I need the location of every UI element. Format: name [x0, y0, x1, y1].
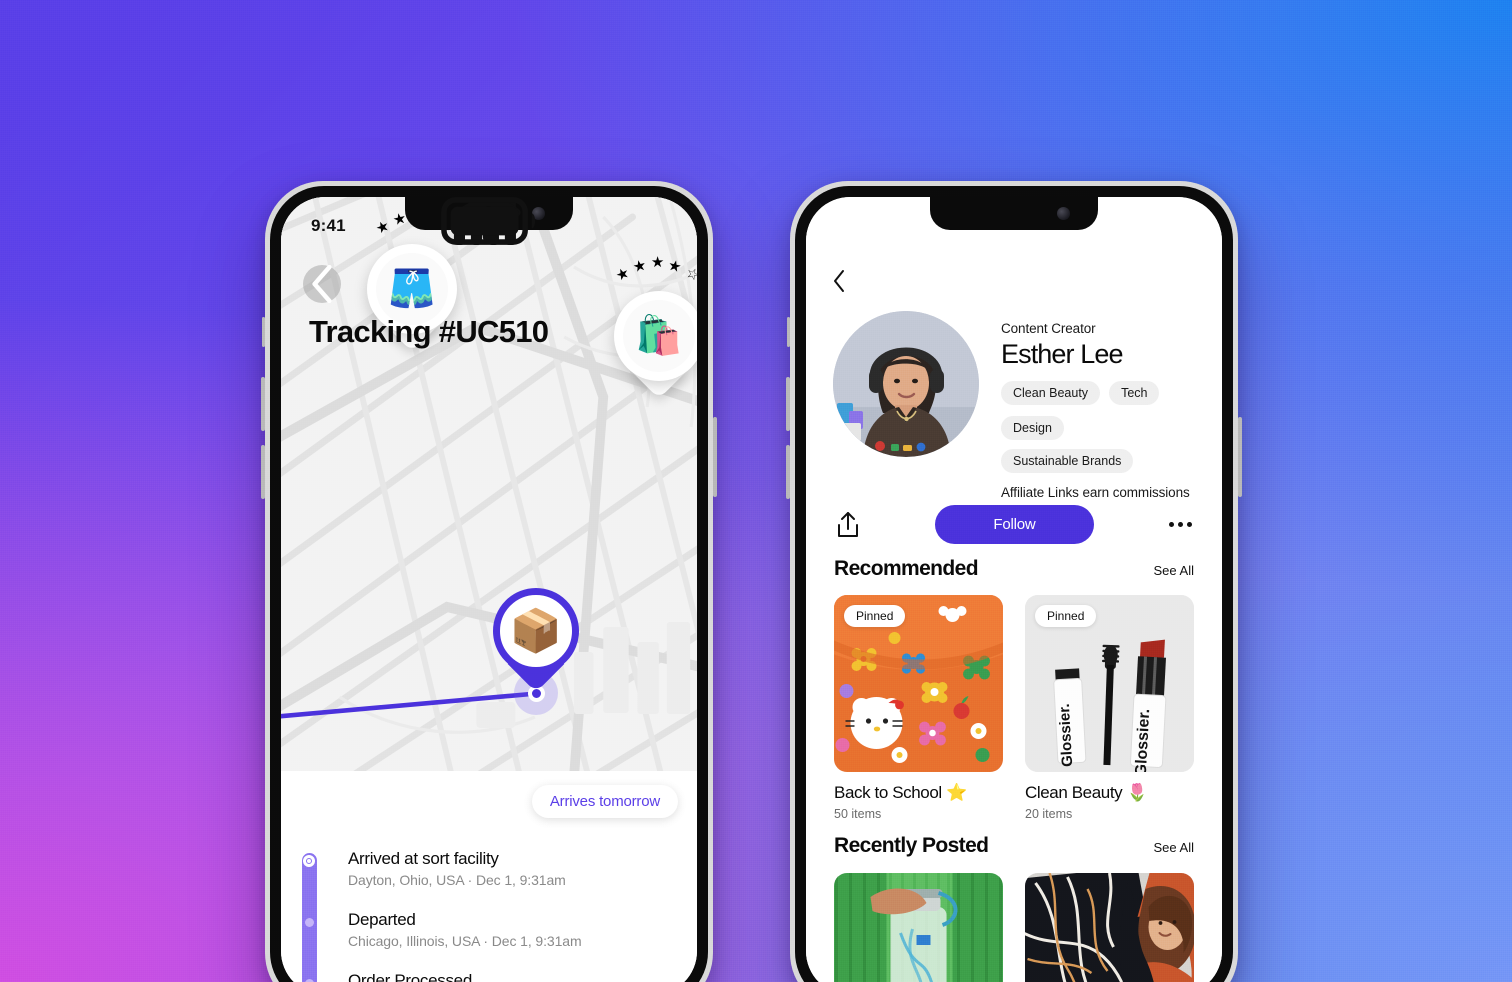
tracking-timeline: Arrived at sort facility Dayton, Ohio, U…: [298, 849, 681, 982]
timeline-detail: Chicago, Illinois, USA · Dec 1, 9:31am: [348, 933, 582, 949]
power-button[interactable]: [1238, 417, 1242, 497]
profile-actions: Follow: [836, 505, 1192, 544]
recently-posted-cards: [834, 873, 1194, 982]
profile-meta: Content Creator Esther Lee Clean Beauty …: [1001, 311, 1198, 500]
back-button[interactable]: [832, 269, 846, 298]
screenshot-stage: ★ ★ ★ ★ ☆ 🩳 ★ ★ ★: [0, 0, 1512, 982]
collection-image: Pinned Glossier. Glossier.: [1025, 595, 1194, 772]
marker-coffee[interactable]: 🛍️: [614, 291, 697, 403]
ellipsis-icon: [1187, 522, 1192, 527]
affiliate-note: Affiliate Links earn commissions: [1001, 485, 1190, 500]
profile-name: Esther Lee: [1001, 339, 1123, 369]
chevron-left-icon: [312, 265, 332, 303]
collection-card[interactable]: Pinned Glossier. Glossier. Clean Beauty …: [1025, 595, 1194, 821]
package-icon: 📦: [509, 606, 563, 654]
timeline-title: Departed: [348, 910, 416, 929]
see-all-recently-posted[interactable]: See All: [1154, 840, 1194, 855]
power-button[interactable]: [713, 417, 717, 497]
timeline-item[interactable]: Departed Chicago, Illinois, USA · Dec 1,…: [298, 910, 681, 949]
noise-overlay: [0, 0, 1512, 982]
see-all-recommended[interactable]: See All: [1154, 563, 1194, 578]
timeline-item[interactable]: Order Processed: [298, 971, 681, 982]
section-header-recommended: Recommended See All: [834, 557, 1194, 581]
avatar[interactable]: [833, 311, 979, 457]
notch: [930, 197, 1098, 230]
post-image: [834, 873, 1003, 982]
star-filled-icon: ★: [631, 256, 649, 277]
volume-up-button[interactable]: [786, 377, 790, 431]
battery-full-icon: [441, 197, 536, 245]
ellipsis-icon: [1169, 522, 1174, 527]
profile-content: Content Creator Esther Lee Clean Beauty …: [806, 197, 1222, 982]
collection-count: 50 items: [834, 807, 882, 821]
volume-down-button[interactable]: [261, 445, 265, 499]
eta-badge: Arrives tomorrow: [531, 785, 678, 818]
timeline-title: Order Processed: [348, 971, 472, 982]
svg-text:Glossier.: Glossier.: [1056, 703, 1076, 767]
pinned-badge: Pinned: [844, 605, 906, 627]
chevron-left-icon: [834, 270, 844, 292]
more-options-button[interactable]: [1169, 522, 1192, 527]
volume-down-button[interactable]: [786, 445, 790, 499]
collection-title: Back to School ⭐: [834, 783, 967, 802]
recommended-cards: Pinned Back to School ⭐ 50 items Pinned …: [834, 595, 1194, 821]
marker-package[interactable]: 📦: [493, 588, 579, 696]
post-card[interactable]: [1025, 873, 1194, 982]
timeline-detail: Dayton, Ohio, USA · Dec 1, 9:31am: [348, 872, 566, 888]
phone-profile: Content Creator Esther Lee Clean Beauty …: [786, 181, 1242, 982]
phone-bezel: Content Creator Esther Lee Clean Beauty …: [795, 186, 1233, 982]
mute-switch[interactable]: [787, 317, 790, 347]
coffee-marker-rating: ★ ★ ★ ★ ☆: [613, 255, 697, 285]
post-card[interactable]: [834, 873, 1003, 982]
section-title: Recently Posted: [834, 834, 989, 857]
star-filled-icon: ★: [666, 256, 684, 277]
marker-product-thumb: 🛍️: [623, 300, 695, 372]
front-camera-icon: [1057, 207, 1070, 220]
page-title: Tracking #UC510: [309, 314, 549, 349]
profile-tags: Clean Beauty Tech: [1001, 381, 1198, 405]
star-filled-icon: ★: [650, 254, 665, 271]
status-bar: 9:41: [281, 197, 697, 245]
collection-count: 20 items: [1025, 807, 1073, 821]
tag-sustainable-brands[interactable]: Sustainable Brands: [1001, 449, 1134, 473]
timeline-item[interactable]: Arrived at sort facility Dayton, Ohio, U…: [298, 849, 681, 888]
collection-title: Clean Beauty 🌷: [1025, 783, 1148, 802]
tracking-sheet: Arrives tomorrow Arrived at sort facilit…: [281, 771, 697, 982]
profile-header: Content Creator Esther Lee Clean Beauty …: [833, 311, 1198, 500]
collection-card[interactable]: Pinned Back to School ⭐ 50 items: [834, 595, 1003, 821]
share-upload-icon: [838, 511, 858, 537]
timeline-dot: [305, 918, 314, 927]
profile-tags-second-row: Design Sustainable Brands: [1001, 416, 1198, 473]
timeline-dot-active: [303, 855, 315, 867]
ellipsis-icon: [1178, 522, 1183, 527]
mute-switch[interactable]: [262, 317, 265, 347]
section-header-recently-posted: Recently Posted See All: [834, 834, 1194, 858]
map-canvas[interactable]: ★ ★ ★ ★ ☆ 🩳 ★ ★ ★: [281, 197, 697, 771]
section-title: Recommended: [834, 557, 979, 580]
tag-clean-beauty[interactable]: Clean Beauty: [1001, 381, 1101, 405]
profile-screen: Content Creator Esther Lee Clean Beauty …: [806, 197, 1222, 982]
pinned-badge: Pinned: [1035, 605, 1097, 627]
timeline-title: Arrived at sort facility: [348, 849, 499, 868]
follow-button[interactable]: Follow: [935, 505, 1094, 544]
profile-role: Content Creator: [1001, 321, 1096, 336]
collection-image: Pinned: [834, 595, 1003, 772]
post-image: [1025, 873, 1194, 982]
back-button[interactable]: [303, 265, 341, 303]
tag-design[interactable]: Design: [1001, 416, 1064, 440]
share-button[interactable]: [836, 511, 860, 539]
volume-up-button[interactable]: [261, 377, 265, 431]
tracking-screen: ★ ★ ★ ★ ☆ 🩳 ★ ★ ★: [281, 197, 697, 982]
phone-bezel: ★ ★ ★ ★ ☆ 🩳 ★ ★ ★: [270, 186, 708, 982]
phone-tracking: ★ ★ ★ ★ ☆ 🩳 ★ ★ ★: [261, 181, 717, 982]
svg-text:Glossier.: Glossier.: [1133, 708, 1154, 772]
tag-tech[interactable]: Tech: [1109, 381, 1160, 405]
